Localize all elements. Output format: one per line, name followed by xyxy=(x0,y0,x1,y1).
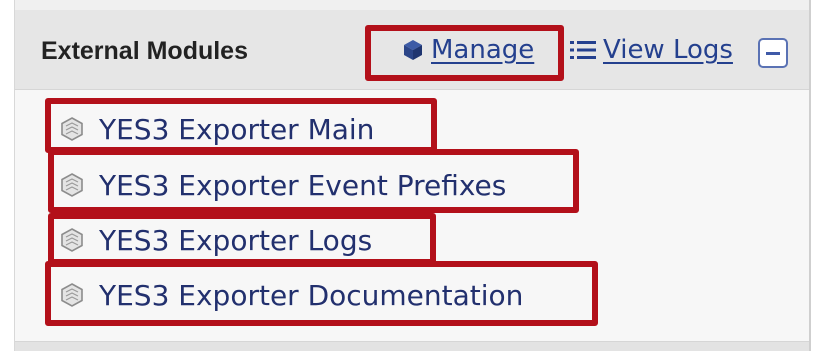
module-label: YES3 Exporter Event Prefixes xyxy=(99,168,507,202)
module-label: YES3 Exporter Main xyxy=(99,112,375,146)
screenshot-frame: External Modules Manage View Logs YES3 E… xyxy=(0,0,817,351)
module-icon xyxy=(59,172,85,198)
panel-bottom-strip xyxy=(15,341,809,351)
manage-link[interactable]: Manage xyxy=(401,32,534,68)
module-link-yes3-exporter-event-prefixes[interactable]: YES3 Exporter Event Prefixes xyxy=(45,162,506,208)
module-icon xyxy=(59,227,85,253)
module-link-yes3-exporter-documentation[interactable]: YES3 Exporter Documentation xyxy=(45,272,523,318)
module-icon xyxy=(59,116,85,142)
view-logs-label: View Logs xyxy=(603,35,733,65)
panel-header: External Modules Manage View Logs xyxy=(15,10,809,90)
panel-top-strip xyxy=(15,0,809,10)
manage-label: Manage xyxy=(431,35,535,65)
module-label: YES3 Exporter Logs xyxy=(99,223,373,257)
module-icon xyxy=(59,282,85,308)
collapse-button[interactable] xyxy=(758,38,788,68)
module-link-yes3-exporter-main[interactable]: YES3 Exporter Main xyxy=(45,106,374,152)
minus-icon xyxy=(766,51,780,55)
list-icon xyxy=(569,39,597,61)
module-link-yes3-exporter-logs[interactable]: YES3 Exporter Logs xyxy=(45,217,372,263)
view-logs-link[interactable]: View Logs xyxy=(569,32,733,68)
cube-icon xyxy=(401,38,425,62)
panel-title: External Modules xyxy=(41,37,248,65)
module-label: YES3 Exporter Documentation xyxy=(99,278,524,312)
